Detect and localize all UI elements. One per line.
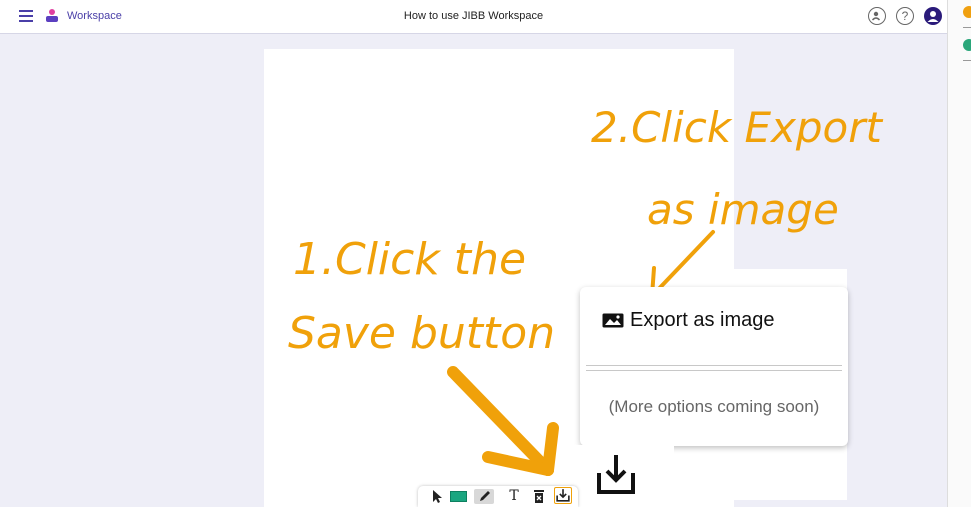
pen-icon[interactable] (474, 489, 494, 504)
export-as-image-button[interactable]: Export as image (602, 306, 775, 334)
color-swatch[interactable] (450, 491, 467, 502)
download-icon[interactable] (596, 455, 636, 495)
clear-icon[interactable] (531, 489, 547, 504)
menu-divider (586, 365, 842, 371)
pointer-icon[interactable] (428, 489, 444, 504)
more-options-text: (More options coming soon) (608, 397, 820, 416)
export-as-image-label: Export as image (630, 308, 775, 331)
drawing-toolbar: T (418, 486, 578, 507)
image-icon (602, 313, 624, 327)
export-menu: Export as image (More options coming soo… (580, 287, 848, 446)
save-icon[interactable] (554, 487, 572, 504)
text-icon[interactable]: T (506, 489, 522, 504)
